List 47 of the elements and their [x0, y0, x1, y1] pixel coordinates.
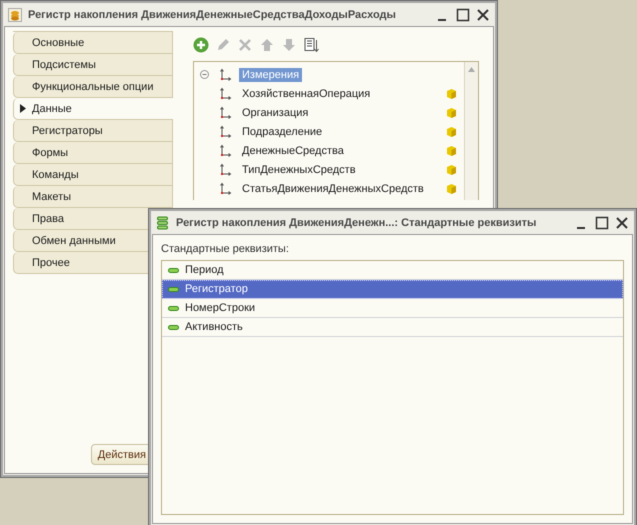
- attribute-icon: [168, 306, 179, 310]
- maximize-icon[interactable]: [595, 216, 609, 230]
- attribute-icon: [168, 268, 179, 272]
- section-tab[interactable]: Макеты: [13, 186, 173, 208]
- section-tab[interactable]: Данные: [13, 98, 173, 120]
- dimension-icon: [219, 124, 233, 138]
- attribute-item[interactable]: НомерСтроки: [162, 299, 623, 318]
- attribute-icon: [168, 324, 179, 330]
- close-icon[interactable]: [476, 8, 490, 22]
- dimension-icon: [219, 182, 233, 196]
- dimension-icon: [219, 86, 233, 100]
- section-tab[interactable]: Команды: [13, 164, 173, 186]
- dimension-icon: [219, 106, 233, 120]
- tree-node[interactable]: ХозяйственнаяОперация: [239, 86, 374, 100]
- cube-icon: [447, 88, 456, 98]
- cube-icon: [447, 184, 456, 194]
- dimension-icon: [219, 68, 233, 82]
- section-tab[interactable]: Формы: [13, 142, 173, 164]
- tree-node[interactable]: ТипДенежныхСредств: [239, 162, 359, 176]
- collapse-icon[interactable]: [200, 70, 209, 79]
- close-icon[interactable]: [615, 216, 629, 230]
- cube-icon: [447, 164, 456, 174]
- add-icon[interactable]: [193, 37, 209, 53]
- cube-icon: [447, 126, 456, 136]
- database-icon: [8, 8, 22, 22]
- window-title: Регистр накопления ДвиженияДенежн...: Стандартные реквизиты: [176, 217, 538, 229]
- pointer-icon: [20, 104, 26, 113]
- section-tab[interactable]: Функциональные опции: [13, 76, 173, 98]
- section-tab[interactable]: Регистраторы: [13, 120, 173, 142]
- scrollbar[interactable]: [464, 62, 478, 200]
- list-icon: [156, 216, 170, 230]
- list-icon[interactable]: [303, 37, 319, 53]
- attribute-icon: [168, 286, 179, 292]
- attribute-item[interactable]: Активность: [162, 318, 623, 337]
- section-tab[interactable]: Основные: [13, 32, 173, 54]
- tree-node[interactable]: ДенежныеСредства: [239, 144, 347, 158]
- cube-icon: [447, 146, 456, 156]
- window-title: Регистр накопления ДвиженияДенежныеСредстваДоходыРасходы: [28, 9, 397, 21]
- maximize-icon[interactable]: [456, 8, 470, 22]
- tree-node[interactable]: Подразделение: [239, 124, 326, 138]
- tree-node[interactable]: СтатьяДвиженияДенежныхСредств: [239, 182, 427, 196]
- tree-node[interactable]: Организация: [239, 106, 312, 120]
- dimension-icon: [219, 144, 233, 158]
- section-tab[interactable]: Подсистемы: [13, 54, 173, 76]
- cube-icon: [447, 108, 456, 118]
- attribute-item[interactable]: Регистратор: [162, 280, 623, 299]
- dimension-icon: [219, 162, 233, 176]
